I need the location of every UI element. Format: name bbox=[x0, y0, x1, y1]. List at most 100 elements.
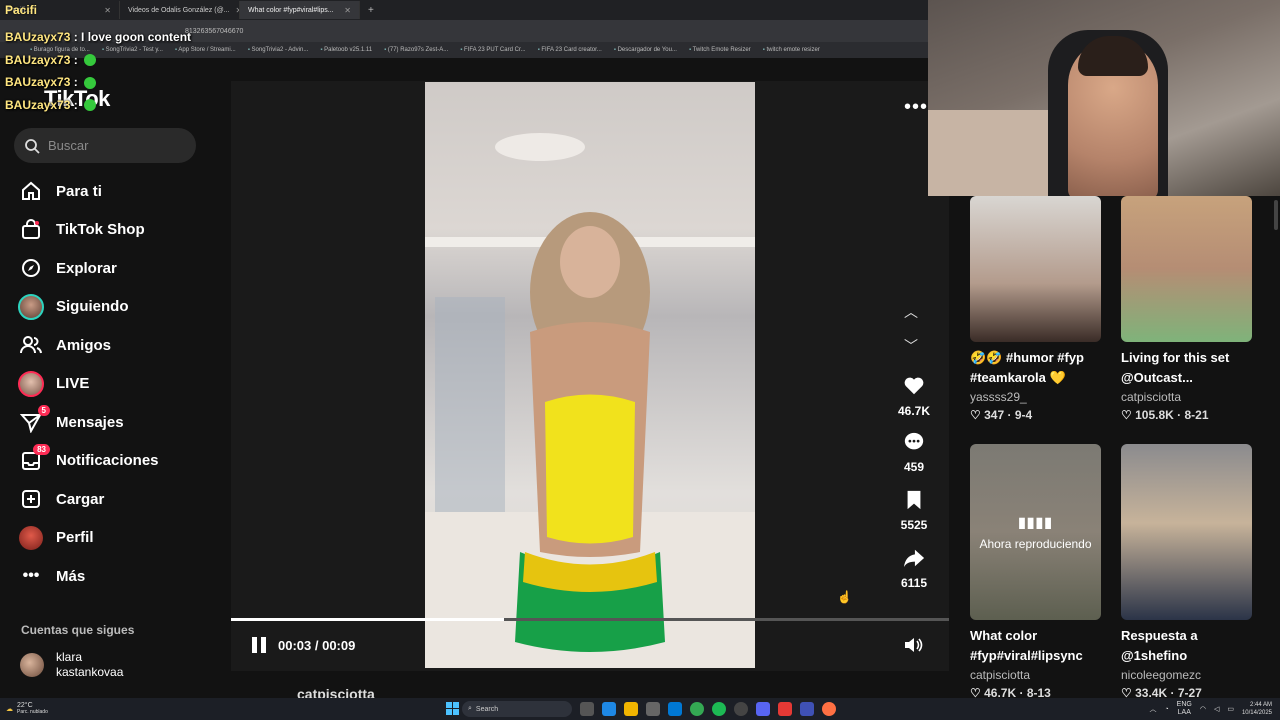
recommended-video-card-playing[interactable]: ▮▮▮▮ Ahora reproduciendo What color #fyp#… bbox=[970, 444, 1101, 700]
card-meta: ♡ 105.8K · 8-21 bbox=[1121, 408, 1209, 422]
video-thumbnail bbox=[970, 196, 1101, 342]
send-icon: 5 bbox=[18, 405, 50, 435]
browser-tab[interactable]: Videos de Odalis González (@...✕ bbox=[120, 1, 240, 19]
following-account[interactable]: klara kastankovaa bbox=[20, 650, 123, 680]
sidebar-item-label: Perfil bbox=[56, 529, 94, 547]
home-icon bbox=[18, 178, 44, 204]
following-name: klara kastankovaa bbox=[56, 650, 123, 680]
close-icon[interactable]: ✕ bbox=[344, 6, 351, 15]
wifi-icon[interactable]: ◠ bbox=[1200, 705, 1206, 713]
shop-icon bbox=[18, 217, 44, 243]
card-title-line: 🤣🤣 #humor #fyp bbox=[970, 350, 1084, 365]
weather-desc: Parc. nublado bbox=[17, 709, 48, 715]
notification-badge: 83 bbox=[33, 443, 50, 455]
card-title-line: What color bbox=[970, 628, 1038, 643]
weather-temp: 22°C bbox=[17, 702, 33, 709]
sidebar-item-mensajes[interactable]: 5 Mensajes bbox=[18, 403, 159, 442]
like-button[interactable]: 46.7K bbox=[892, 375, 936, 418]
browser-tab-active[interactable]: What color #fyp#viral#lips... ✕ bbox=[240, 1, 360, 19]
bookmark[interactable]: (77) Razo97s Zest-A... bbox=[384, 47, 448, 53]
clock[interactable]: 2:44 AM 10/14/2025 bbox=[1242, 701, 1272, 717]
sidebar-item-siguiendo[interactable]: Siguiendo bbox=[18, 288, 159, 327]
share-count: 6115 bbox=[900, 576, 928, 590]
card-user[interactable]: nicoleegomezc bbox=[1121, 668, 1252, 682]
chrome-icon[interactable] bbox=[690, 702, 704, 716]
app-icon[interactable] bbox=[778, 702, 792, 716]
sidebar-item-live[interactable]: LIVE bbox=[18, 365, 159, 404]
battery-icon[interactable]: ▭ bbox=[1227, 705, 1234, 713]
firefox-icon[interactable] bbox=[822, 702, 836, 716]
card-user[interactable]: yassss29_ bbox=[970, 390, 1101, 404]
lang-indicator[interactable]: ENG LAA bbox=[1177, 701, 1192, 717]
save-button[interactable]: 5525 bbox=[892, 489, 936, 532]
card-meta: ♡ 347 · 9-4 bbox=[970, 408, 1033, 422]
bookmark[interactable]: FIFA 23 PUT Card Cr... bbox=[460, 47, 526, 53]
video-thumbnail bbox=[1121, 444, 1252, 620]
outlook-icon[interactable] bbox=[668, 702, 682, 716]
sidebar-item-tiktok-shop[interactable]: TikTok Shop bbox=[18, 211, 159, 250]
recommended-video-card[interactable]: Living for this set @Outcast... catpiscio… bbox=[1121, 196, 1252, 422]
tab-label: What color #fyp#viral#lips... bbox=[248, 6, 334, 14]
bookmark[interactable]: Twitch Emote Resizer bbox=[689, 47, 751, 53]
speaker-icon[interactable]: ◁ bbox=[1214, 705, 1219, 713]
sidebar-item-explorar[interactable]: Explorar bbox=[18, 249, 159, 288]
chevron-down-icon[interactable]: ﹀ bbox=[904, 336, 918, 356]
sidebar-item-perfil[interactable]: Perfil bbox=[18, 519, 159, 558]
bookmark[interactable]: Descargador de You... bbox=[614, 47, 677, 53]
chat-user: BAUzayx73 bbox=[5, 52, 71, 67]
video-frame[interactable] bbox=[425, 82, 755, 668]
region: LAA bbox=[1177, 709, 1191, 716]
search-input[interactable]: Buscar bbox=[14, 128, 196, 163]
sidebar-item-mas[interactable]: ••• Más bbox=[18, 557, 159, 596]
bookmark[interactable]: Paletoob v25.1.11 bbox=[320, 47, 372, 53]
bookmark[interactable]: twitch emote resizer bbox=[763, 47, 819, 53]
weather-widget[interactable]: ☁ 22°C Parc. nublado bbox=[6, 698, 48, 720]
volume-button[interactable] bbox=[904, 636, 924, 659]
video-thumbnail: ▮▮▮▮ Ahora reproduciendo bbox=[970, 444, 1101, 620]
discord-icon[interactable] bbox=[756, 702, 770, 716]
chevron-up-icon[interactable]: ︿ bbox=[904, 302, 918, 322]
network-icon[interactable]: ◔ bbox=[1164, 706, 1168, 713]
chevron-up-icon[interactable]: ︿ bbox=[1149, 704, 1156, 714]
webcam-overlay bbox=[928, 0, 1280, 196]
video-progress-bar[interactable] bbox=[231, 618, 949, 621]
comment-button[interactable]: 459 bbox=[892, 431, 936, 474]
edge-icon[interactable] bbox=[602, 702, 616, 716]
sidebar-nav: Para ti TikTok Shop Explorar Siguiendo A… bbox=[18, 172, 159, 596]
bookmark[interactable]: SongTrivia2 - Advin... bbox=[248, 47, 309, 53]
sidebar-item-amigos[interactable]: Amigos bbox=[18, 326, 159, 365]
bookmark-icon bbox=[907, 490, 921, 510]
sidebar-item-para-ti[interactable]: Para ti bbox=[18, 172, 159, 211]
windows-start-icon[interactable] bbox=[446, 702, 459, 717]
card-user[interactable]: catpisciotta bbox=[1121, 390, 1252, 404]
clock-time: 2:44 AM bbox=[1249, 702, 1272, 708]
task-view-icon[interactable] bbox=[580, 702, 594, 716]
live-avatar-icon bbox=[18, 370, 44, 397]
card-user[interactable]: catpisciotta bbox=[970, 668, 1101, 682]
chat-header: Pacifi bbox=[5, 3, 38, 17]
bookmark[interactable]: FIFA 23 Card creator... bbox=[538, 47, 601, 53]
card-title-line: #teamkarola 💛 bbox=[970, 370, 1066, 385]
pause-icon[interactable] bbox=[250, 636, 268, 654]
file-explorer-icon[interactable] bbox=[624, 702, 638, 716]
recommended-video-card[interactable]: Respuesta a @1shefino nicoleegomezc ♡ 33.… bbox=[1121, 444, 1252, 700]
close-icon[interactable]: ✕ bbox=[104, 6, 111, 15]
sidebar-item-cargar[interactable]: Cargar bbox=[18, 480, 159, 519]
sidebar-item-notificaciones[interactable]: 83 Notificaciones bbox=[18, 442, 159, 481]
more-options-icon[interactable]: ••• bbox=[904, 96, 928, 119]
card-title-line: Living for this set bbox=[1121, 350, 1230, 365]
video-scene bbox=[425, 133, 755, 668]
recommended-video-card[interactable]: 🤣🤣 #humor #fyp #teamkarola 💛 yassss29_ ♡ … bbox=[970, 196, 1101, 422]
avatar-icon bbox=[18, 293, 44, 320]
taskbar-apps bbox=[580, 702, 836, 716]
new-tab-button[interactable]: + bbox=[360, 5, 382, 16]
scrollbar[interactable] bbox=[1274, 200, 1278, 230]
heart-icon bbox=[904, 377, 924, 395]
following-title: Cuentas que sigues bbox=[21, 623, 135, 637]
app-icon[interactable] bbox=[800, 702, 814, 716]
settings-icon[interactable] bbox=[734, 702, 748, 716]
spotify-icon[interactable] bbox=[712, 702, 726, 716]
taskbar-search[interactable]: ⌕ Search bbox=[462, 701, 572, 717]
store-icon[interactable] bbox=[646, 702, 660, 716]
share-button[interactable]: 6115 bbox=[892, 547, 936, 590]
